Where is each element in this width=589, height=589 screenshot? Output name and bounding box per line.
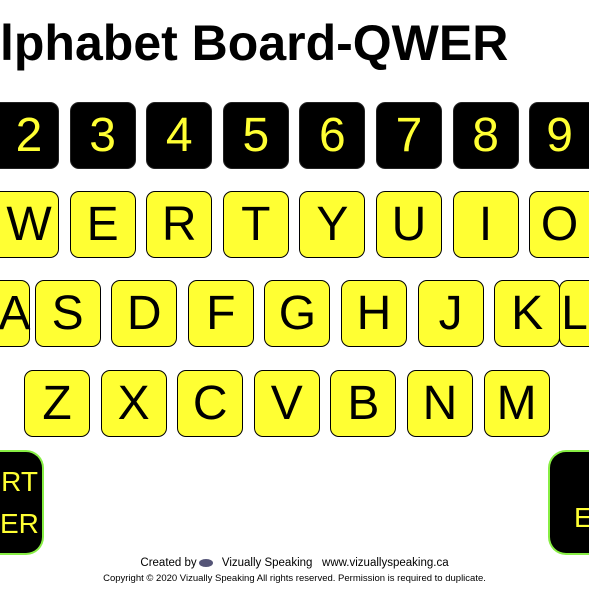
key-d[interactable]: D — [111, 280, 178, 347]
key-9[interactable]: 9 — [529, 102, 589, 169]
brand-name: Vizually Speaking — [221, 557, 313, 569]
key-g[interactable]: G — [264, 280, 331, 347]
key-y[interactable]: Y — [299, 191, 366, 258]
start-key-line1: RT — [1, 465, 38, 497]
key-o[interactable]: O — [529, 191, 589, 258]
eye-icon — [198, 558, 213, 567]
key-r[interactable]: R — [146, 191, 213, 258]
key-v[interactable]: V — [253, 370, 320, 437]
key-x[interactable]: X — [100, 370, 167, 437]
key-a[interactable]: A — [0, 280, 31, 347]
key-j[interactable]: J — [417, 280, 484, 347]
key-l[interactable]: L — [559, 280, 589, 347]
enter-key[interactable]: E — [548, 450, 589, 555]
key-t[interactable]: T — [222, 191, 289, 258]
enter-key-label: E — [574, 501, 589, 533]
key-b[interactable]: B — [330, 370, 397, 437]
footer-credit: Created by Vizually Speaking www.vizuall… — [0, 557, 589, 569]
start-over-key[interactable]: RT ER — [0, 450, 44, 555]
created-by-label: Created by — [140, 557, 197, 569]
copyright-text: Copyright © 2020 Vizually Speaking All r… — [103, 573, 486, 584]
start-key-line2: ER — [0, 507, 39, 539]
website-link[interactable]: www.vizuallyspeaking.ca — [322, 557, 449, 569]
key-c[interactable]: C — [177, 370, 244, 437]
key-5[interactable]: 5 — [222, 102, 289, 169]
key-u[interactable]: U — [376, 191, 442, 258]
key-f[interactable]: F — [187, 280, 254, 347]
key-w[interactable]: W — [0, 191, 59, 258]
key-m[interactable]: M — [483, 370, 550, 437]
key-h[interactable]: H — [341, 280, 407, 347]
key-2[interactable]: 2 — [0, 102, 59, 169]
key-8[interactable]: 8 — [452, 102, 519, 169]
key-6[interactable]: 6 — [299, 102, 366, 169]
key-i[interactable]: I — [452, 191, 519, 258]
key-n[interactable]: N — [407, 370, 473, 437]
key-e[interactable]: E — [69, 191, 136, 258]
key-k[interactable]: K — [494, 280, 561, 347]
key-s[interactable]: S — [34, 280, 101, 347]
key-z[interactable]: Z — [24, 370, 90, 437]
page-title: lphabet Board-QWER — [0, 15, 509, 71]
key-3[interactable]: 3 — [69, 102, 136, 169]
key-4[interactable]: 4 — [146, 102, 213, 169]
key-7[interactable]: 7 — [376, 102, 442, 169]
